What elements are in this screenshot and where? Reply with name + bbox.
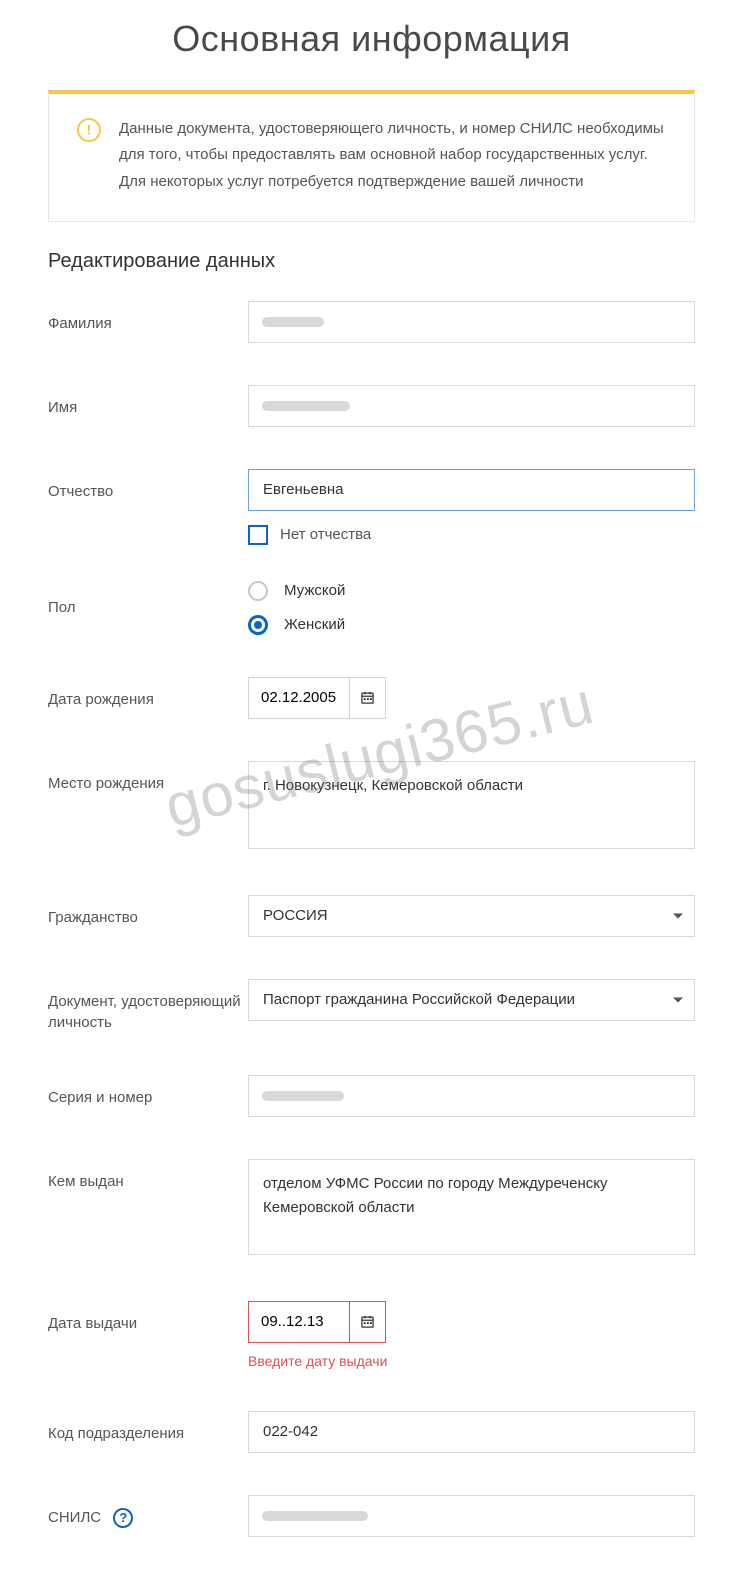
section-title: Редактирование данных [48,250,695,273]
calendar-icon[interactable] [349,1302,385,1342]
doc-type-select[interactable] [248,979,695,1021]
gender-male-radio[interactable] [248,581,268,601]
redacted-placeholder [262,317,324,327]
dob-date-field [248,677,386,719]
gender-female-label: Женский [284,616,345,633]
no-patronymic-label: Нет отчества [280,526,371,543]
dob-label: Дата рождения [48,677,248,710]
warning-icon [77,118,101,142]
citizenship-label: Гражданство [48,895,248,928]
citizenship-value[interactable] [248,895,695,937]
doc-type-label: Документ, удостоверяющий личность [48,979,248,1033]
notice-text: Данные документа, удостоверяющего личнос… [119,116,666,195]
snils-label: СНИЛС [48,1509,101,1526]
patronymic-input[interactable] [248,469,695,511]
gender-label: Пол [48,579,248,618]
gender-male-label: Мужской [284,582,345,599]
doc-type-value[interactable] [248,979,695,1021]
birthplace-label: Место рождения [48,761,248,794]
dob-input[interactable] [249,678,349,718]
snils-label-wrap: СНИЛС ? [48,1495,248,1528]
redacted-placeholder [262,401,350,411]
birthplace-input[interactable] [248,761,695,849]
help-icon[interactable]: ? [113,1508,133,1528]
name-label: Имя [48,385,248,418]
identity-notice: Данные документа, удостоверяющего личнос… [48,90,695,222]
issue-date-error: Введите дату выдачи [248,1353,695,1369]
patronymic-label: Отчество [48,469,248,502]
division-code-label: Код подразделения [48,1411,248,1444]
redacted-placeholder [262,1091,344,1101]
page-title: Основная информация [0,0,743,90]
no-patronymic-checkbox[interactable] [248,525,268,545]
gender-female-radio[interactable] [248,615,268,635]
issue-date-label: Дата выдачи [48,1301,248,1334]
surname-label: Фамилия [48,301,248,334]
calendar-icon[interactable] [349,678,385,718]
division-code-input[interactable] [248,1411,695,1453]
series-number-label: Серия и номер [48,1075,248,1108]
issue-date-input[interactable] [249,1302,349,1342]
issued-by-label: Кем выдан [48,1159,248,1192]
issued-by-input[interactable] [248,1159,695,1255]
citizenship-select[interactable] [248,895,695,937]
issue-date-field [248,1301,386,1343]
redacted-placeholder [262,1511,368,1521]
